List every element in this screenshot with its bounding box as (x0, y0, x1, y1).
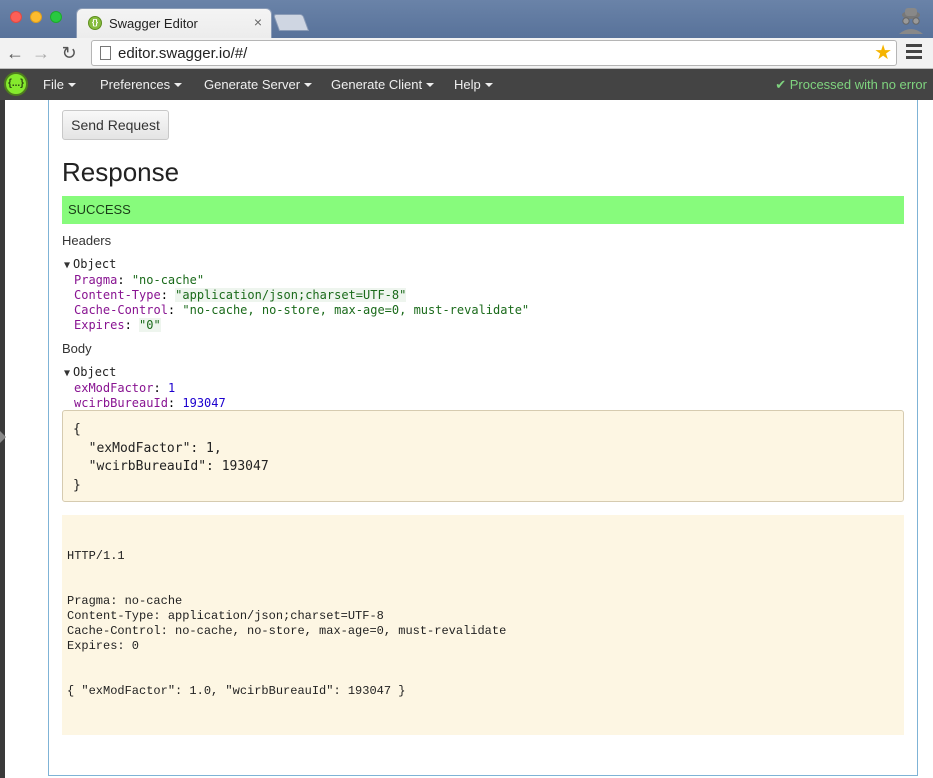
forward-arrow-icon[interactable]: → (30, 42, 52, 64)
json-line: "exModFactor": 1, (73, 440, 222, 456)
url-text[interactable]: editor.swagger.io/#/ (118, 45, 247, 62)
menu-file[interactable]: File (43, 69, 76, 100)
header-entry: Cache-Control: "no-cache, no-store, max-… (74, 303, 530, 317)
json-line: { (73, 422, 81, 437)
body-object-toggle[interactable]: ▼ Object (64, 365, 226, 381)
caret-down-icon (426, 83, 435, 87)
browser-toolbar: ← → ↻ editor.swagger.io/#/ ★ (0, 38, 933, 69)
caret-down-icon (484, 83, 493, 87)
headers-object-tree: ▼ Object Pragma: "no-cache" Content-Type:… (64, 257, 529, 333)
bookmark-star-icon[interactable]: ★ (874, 42, 892, 64)
page-icon (100, 46, 111, 60)
response-heading: Response (62, 157, 180, 187)
browser-tab[interactable]: {} Swagger Editor × (76, 8, 272, 38)
incognito-icon (899, 8, 923, 34)
close-window-button[interactable] (10, 11, 22, 23)
raw-header-line: Expires: 0 (67, 639, 140, 653)
raw-header-line: Content-Type: application/json;charset=U… (67, 609, 384, 623)
raw-header-line: Cache-Control: no-cache, no-store, max-a… (67, 624, 507, 638)
raw-header-line: Pragma: no-cache (67, 594, 183, 608)
editor-menu-bar: {...} File Preferences Generate Server G… (0, 69, 933, 100)
headers-label: Headers (62, 233, 112, 248)
minimize-window-button[interactable] (30, 11, 42, 23)
expand-pane-icon[interactable] (0, 431, 6, 443)
triangle-down-icon: ▼ (64, 260, 71, 271)
response-status-bar: SUCCESS (62, 196, 904, 224)
reload-icon[interactable]: ↻ (58, 42, 80, 64)
maximize-window-button[interactable] (50, 11, 62, 23)
back-arrow-icon[interactable]: ← (4, 42, 26, 64)
response-json-block: { "exModFactor": 1, "wcirbBureauId": 193… (62, 410, 904, 502)
body-label: Body (62, 341, 92, 356)
raw-body-line: { "exModFactor": 1.0, "wcirbBureauId": 1… (67, 684, 406, 698)
header-entry: Pragma: "no-cache" (74, 273, 205, 287)
tab-close-icon[interactable]: × (254, 14, 262, 30)
browser-titlebar: {} Swagger Editor × (0, 0, 933, 38)
menu-generate-client[interactable]: Generate Client (331, 69, 435, 100)
menu-help[interactable]: Help (454, 69, 493, 100)
swagger-favicon-icon: {} (88, 16, 102, 30)
browser-menu-icon[interactable] (906, 44, 922, 60)
caret-down-icon (304, 83, 313, 87)
caret-down-icon (67, 83, 76, 87)
raw-status-line: HTTP/1.1 (67, 549, 125, 563)
body-object-tree: ▼ Object exModFactor: 1 wcirbBureauId: 19… (64, 365, 226, 411)
json-line: "wcirbBureauId": 193047 (73, 459, 269, 474)
address-bar[interactable]: editor.swagger.io/#/ ★ (91, 40, 897, 66)
caret-down-icon (174, 83, 183, 87)
menu-preferences[interactable]: Preferences (100, 69, 183, 100)
body-entry: exModFactor: 1 (74, 381, 176, 395)
triangle-down-icon: ▼ (64, 368, 71, 379)
raw-response-block: HTTP/1.1 Pragma: no-cache Content-Type: … (62, 515, 904, 735)
body-entry: wcirbBureauId: 193047 (74, 396, 226, 410)
swagger-logo-icon[interactable]: {...} (4, 72, 28, 96)
send-request-button[interactable]: Send Request (62, 110, 169, 140)
new-tab-button[interactable] (272, 14, 310, 31)
header-entry: Expires: "0" (74, 318, 161, 332)
headers-object-toggle[interactable]: ▼ Object (64, 257, 529, 273)
header-entry: Content-Type: "application/json;charset=… (74, 288, 407, 302)
processing-status: ✔ Processed with no error (775, 77, 927, 92)
tab-title: Swagger Editor (109, 16, 198, 31)
json-line: } (73, 477, 81, 493)
menu-generate-server[interactable]: Generate Server (204, 69, 313, 100)
